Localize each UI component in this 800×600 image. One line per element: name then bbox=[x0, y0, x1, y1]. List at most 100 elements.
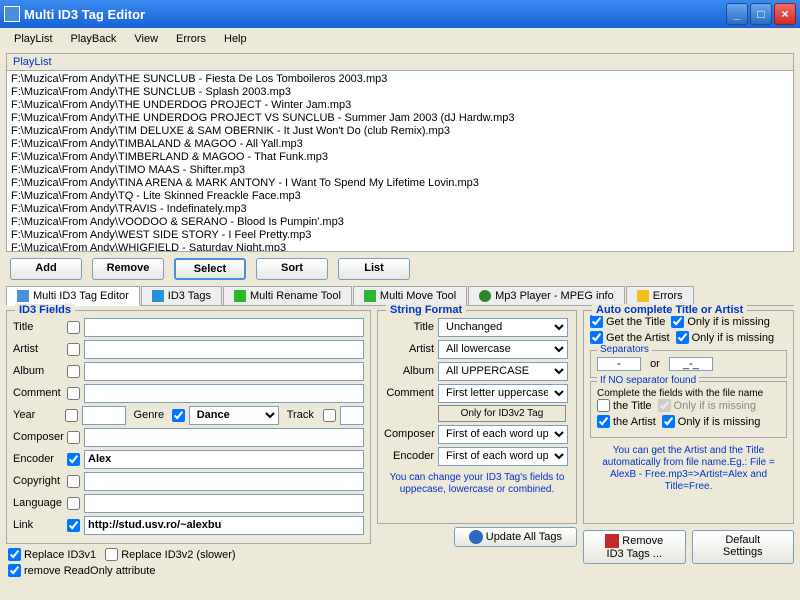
fmt-encoder-select[interactable]: First of each word uppercase bbox=[438, 447, 568, 466]
list-item[interactable]: F:\Muzica\From Andy\TIMBERLAND & MAGOO -… bbox=[9, 151, 791, 164]
copyright-checkbox[interactable] bbox=[67, 475, 80, 488]
list-item[interactable]: F:\Muzica\From Andy\TQ - Lite Skinned Fr… bbox=[9, 190, 791, 203]
list-item[interactable]: F:\Muzica\From Andy\VOODOO & SERANO - Bl… bbox=[9, 216, 791, 229]
tab-rename[interactable]: Multi Rename Tool bbox=[223, 286, 352, 305]
menu-bar: PlayList PlayBack View Errors Help bbox=[0, 28, 800, 50]
album-checkbox[interactable] bbox=[67, 365, 80, 378]
sort-button[interactable]: Sort bbox=[256, 258, 328, 280]
autocomplete-group: Auto complete Title or Artist Get the Ti… bbox=[583, 310, 794, 524]
genre-select[interactable]: Dance bbox=[189, 406, 279, 425]
composer-input[interactable] bbox=[84, 428, 364, 447]
menu-playlist[interactable]: PlayList bbox=[6, 31, 61, 47]
playlist-title: PlayList bbox=[7, 54, 793, 71]
auto-legend: Auto complete Title or Artist bbox=[592, 304, 747, 316]
encoder-input[interactable] bbox=[84, 450, 364, 469]
list-item[interactable]: F:\Muzica\From Andy\TIMBALAND & MAGOO - … bbox=[9, 138, 791, 151]
composer-checkbox[interactable] bbox=[67, 431, 80, 444]
sep2-input[interactable] bbox=[669, 357, 713, 371]
playlist-buttons: Add Remove Select Sort List bbox=[6, 252, 794, 286]
playlist-panel: PlayList F:\Muzica\From Andy\THE SUNCLUB… bbox=[6, 53, 794, 252]
genre-checkbox[interactable] bbox=[172, 409, 185, 422]
list-item[interactable]: F:\Muzica\From Andy\TINA ARENA & MARK AN… bbox=[9, 177, 791, 190]
title-checkbox[interactable] bbox=[67, 321, 80, 334]
album-input[interactable] bbox=[84, 362, 364, 381]
move-icon bbox=[364, 290, 376, 302]
replace-v2-checkbox[interactable] bbox=[105, 548, 118, 561]
list-item[interactable]: F:\Muzica\From Andy\WHIGFIELD - Saturday… bbox=[9, 242, 791, 251]
list-item[interactable]: F:\Muzica\From Andy\THE SUNCLUB - Fiesta… bbox=[9, 73, 791, 86]
tab-editor[interactable]: Multi ID3 Tag Editor bbox=[6, 286, 140, 306]
encoder-checkbox[interactable] bbox=[67, 453, 80, 466]
remove-tags-button[interactable]: Remove ID3 Tags ... bbox=[583, 530, 686, 564]
artist-checkbox[interactable] bbox=[67, 343, 80, 356]
list-button[interactable]: List bbox=[338, 258, 410, 280]
menu-playback[interactable]: PlayBack bbox=[63, 31, 125, 47]
sep1-input[interactable] bbox=[597, 357, 641, 371]
id3-legend: ID3 Fields bbox=[15, 304, 75, 316]
menu-help[interactable]: Help bbox=[216, 31, 255, 47]
tab-player[interactable]: Mp3 Player - MPEG info bbox=[468, 286, 625, 305]
select-button[interactable]: Select bbox=[174, 258, 246, 280]
artist-missing2-checkbox[interactable] bbox=[662, 415, 675, 428]
tab-id3tags[interactable]: ID3 Tags bbox=[141, 286, 222, 305]
fmt-composer-select[interactable]: First of each word uppercase bbox=[438, 425, 568, 444]
language-input[interactable] bbox=[84, 494, 364, 513]
list-item[interactable]: F:\Muzica\From Andy\TIMO MAAS - Shifter.… bbox=[9, 164, 791, 177]
app-icon bbox=[4, 6, 20, 22]
update-tags-button[interactable]: Update All Tags bbox=[454, 527, 577, 547]
tab-errors[interactable]: Errors bbox=[626, 286, 694, 305]
fmt-title-select[interactable]: Unchanged bbox=[438, 318, 568, 337]
default-settings-button[interactable]: Default Settings bbox=[692, 530, 795, 564]
close-button[interactable]: × bbox=[774, 3, 796, 25]
title-bar: Multi ID3 Tag Editor _ □ × bbox=[0, 0, 800, 28]
link-checkbox[interactable] bbox=[67, 519, 80, 532]
title-missing-checkbox[interactable] bbox=[671, 315, 684, 328]
year-input[interactable] bbox=[82, 406, 126, 425]
remove-readonly-checkbox[interactable] bbox=[8, 564, 21, 577]
fmt-artist-select[interactable]: All lowercase bbox=[438, 340, 568, 359]
maximize-button[interactable]: □ bbox=[750, 3, 772, 25]
get-artist-checkbox[interactable] bbox=[590, 331, 603, 344]
track-checkbox[interactable] bbox=[323, 409, 336, 422]
artist-input[interactable] bbox=[84, 340, 364, 359]
menu-view[interactable]: View bbox=[126, 31, 166, 47]
list-item[interactable]: F:\Muzica\From Andy\THE UNDERDOG PROJECT… bbox=[9, 99, 791, 112]
no-separator-group: If NO separator found Complete the field… bbox=[590, 381, 787, 438]
title-input[interactable] bbox=[84, 318, 364, 337]
list-item[interactable]: F:\Muzica\From Andy\THE SUNCLUB - Splash… bbox=[9, 86, 791, 99]
add-button[interactable]: Add bbox=[10, 258, 82, 280]
id3-fields-group: ID3 Fields Title Artist Album Comment Ye… bbox=[6, 310, 371, 544]
minimize-button[interactable]: _ bbox=[726, 3, 748, 25]
list-item[interactable]: F:\Muzica\From Andy\THE UNDERDOG PROJECT… bbox=[9, 112, 791, 125]
tab-move[interactable]: Multi Move Tool bbox=[353, 286, 467, 305]
list-item[interactable]: F:\Muzica\From Andy\WEST SIDE STORY - I … bbox=[9, 229, 791, 242]
fmt-album-select[interactable]: All UPPERCASE bbox=[438, 362, 568, 381]
menu-errors[interactable]: Errors bbox=[168, 31, 214, 47]
the-artist-checkbox[interactable] bbox=[597, 415, 610, 428]
comment-input[interactable] bbox=[84, 384, 364, 403]
refresh-icon bbox=[469, 530, 483, 544]
format-note: You can change your ID3 Tag's fields to … bbox=[384, 468, 570, 500]
the-title-checkbox[interactable] bbox=[597, 399, 610, 412]
fmt-comment-select[interactable]: First letter uppercase bbox=[438, 384, 568, 403]
format-legend: String Format bbox=[386, 304, 466, 316]
list-item[interactable]: F:\Muzica\From Andy\TRAVIS - Indefinatel… bbox=[9, 203, 791, 216]
only-v2-label: Only for ID3v2 Tag bbox=[438, 405, 566, 422]
track-input[interactable] bbox=[340, 406, 364, 425]
remove-button[interactable]: Remove bbox=[92, 258, 164, 280]
language-checkbox[interactable] bbox=[67, 497, 80, 510]
link-input[interactable] bbox=[84, 516, 364, 535]
rename-icon bbox=[234, 290, 246, 302]
editor-panel: ID3 Fields Title Artist Album Comment Ye… bbox=[6, 306, 794, 588]
separators-group: Separators or bbox=[590, 350, 787, 378]
list-item[interactable]: F:\Muzica\From Andy\TIM DELUXE & SAM OBE… bbox=[9, 125, 791, 138]
comment-checkbox[interactable] bbox=[67, 387, 80, 400]
copyright-input[interactable] bbox=[84, 472, 364, 491]
playlist-listbox[interactable]: F:\Muzica\From Andy\THE SUNCLUB - Fiesta… bbox=[7, 71, 793, 251]
get-title-checkbox[interactable] bbox=[590, 315, 603, 328]
edit-icon bbox=[17, 290, 29, 302]
year-checkbox[interactable] bbox=[65, 409, 78, 422]
auto-note: You can get the Artist and the Title aut… bbox=[590, 441, 787, 497]
replace-v1-checkbox[interactable] bbox=[8, 548, 21, 561]
artist-missing-checkbox[interactable] bbox=[676, 331, 689, 344]
